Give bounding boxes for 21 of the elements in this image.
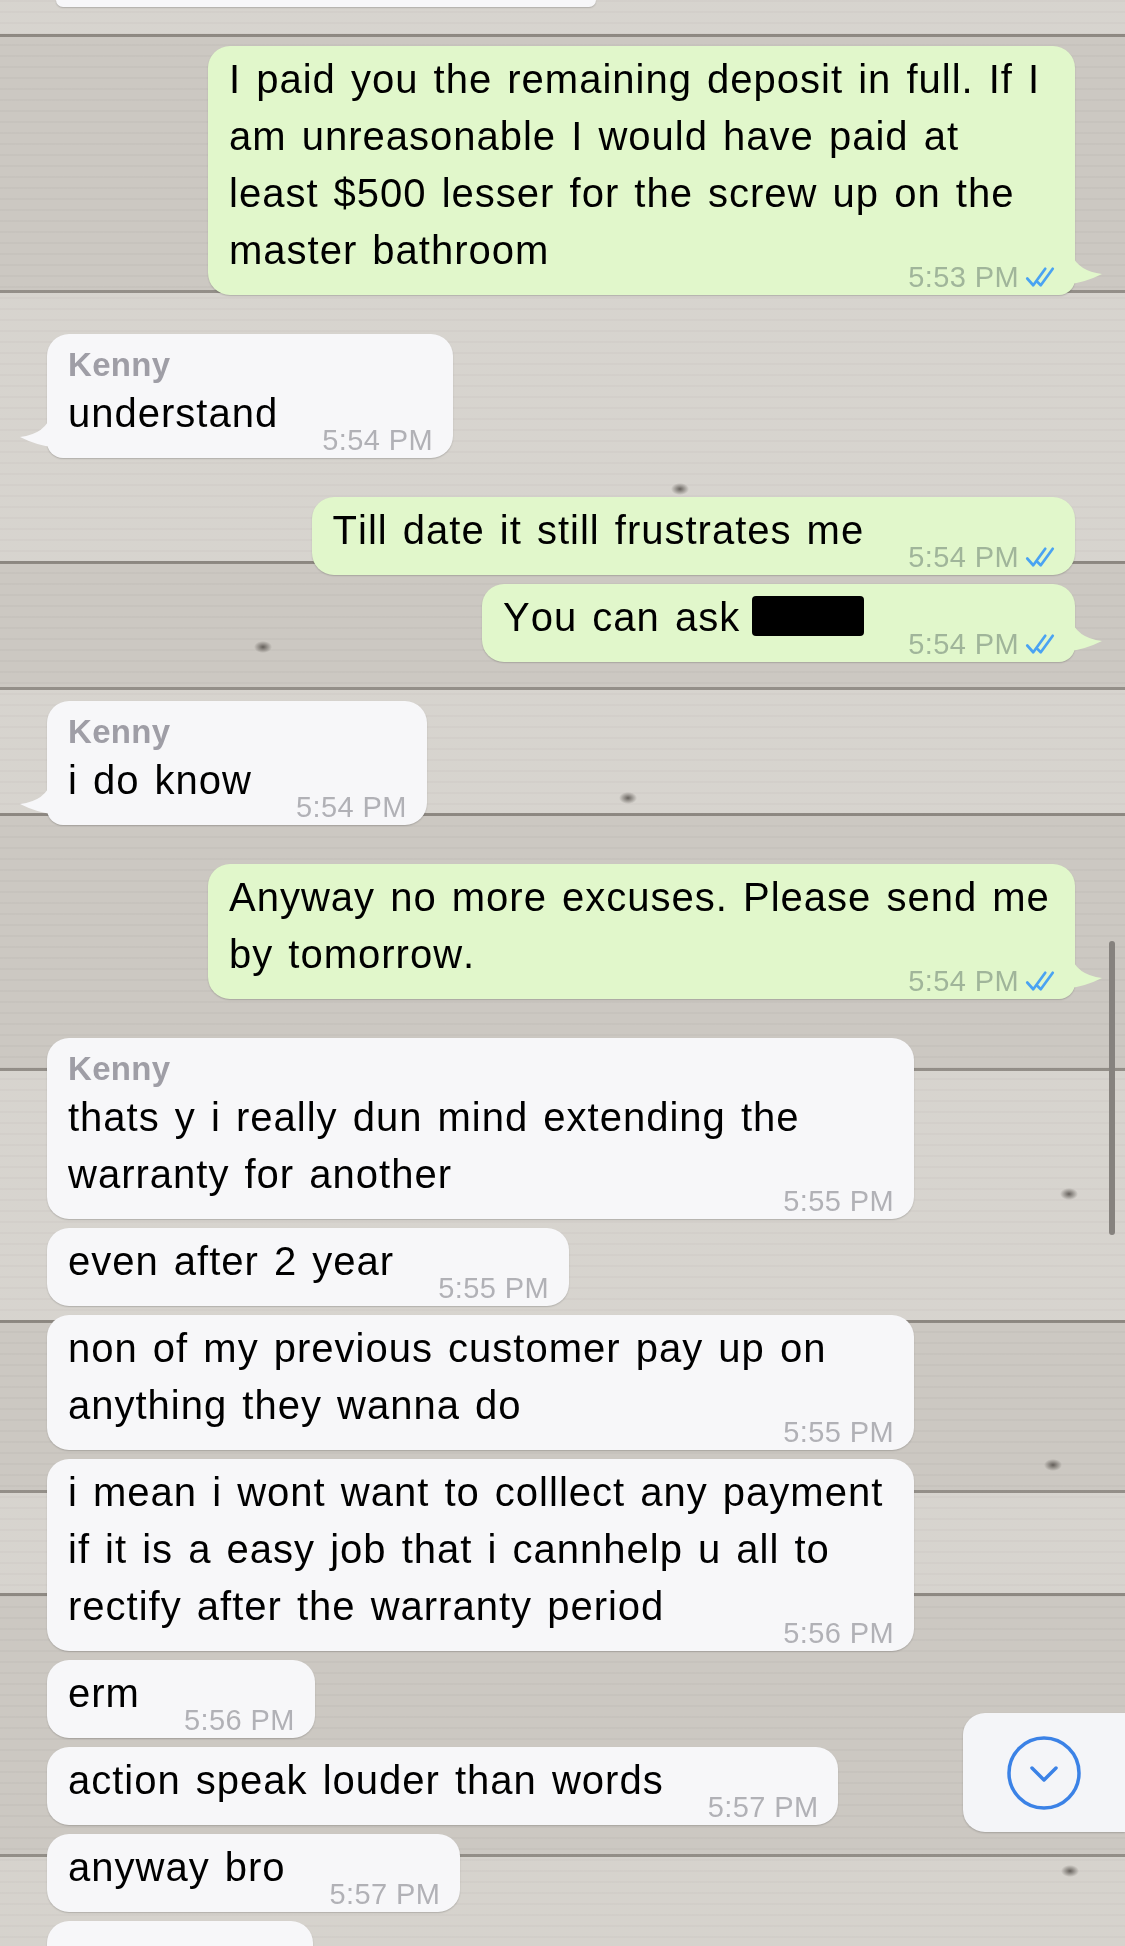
message-time: 5:55 PM	[438, 1273, 549, 1303]
sender-name: Kenny	[68, 1049, 171, 1089]
message-time: 5:57 PM	[329, 1879, 441, 1909]
message-text: understand	[68, 391, 279, 435]
message-time: 5:56 PM	[183, 1705, 295, 1735]
message-text: action speak louder than words	[68, 1758, 664, 1802]
message-text: You can ask	[503, 595, 741, 639]
message-text: even after 2 year	[68, 1239, 395, 1283]
scroll-down-button[interactable]	[963, 1713, 1125, 1832]
chevron-down-circle-icon	[1007, 1735, 1081, 1810]
message-time: 5:57 PM	[707, 1792, 819, 1822]
message-text: Till date it still frustrates me	[332, 508, 865, 552]
sender-name: Kenny	[68, 345, 171, 385]
message-time: 5:54 PM	[908, 542, 1019, 572]
message-time: 5:54 PM	[296, 792, 407, 822]
message-text: i do know	[68, 758, 252, 802]
sender-name: Kenny	[68, 712, 171, 752]
message-text: erm	[68, 1671, 140, 1715]
message-text: anyway bro	[68, 1845, 286, 1889]
message-time: 5:54 PM	[322, 425, 433, 455]
message-time: 5:54 PM	[908, 629, 1019, 659]
